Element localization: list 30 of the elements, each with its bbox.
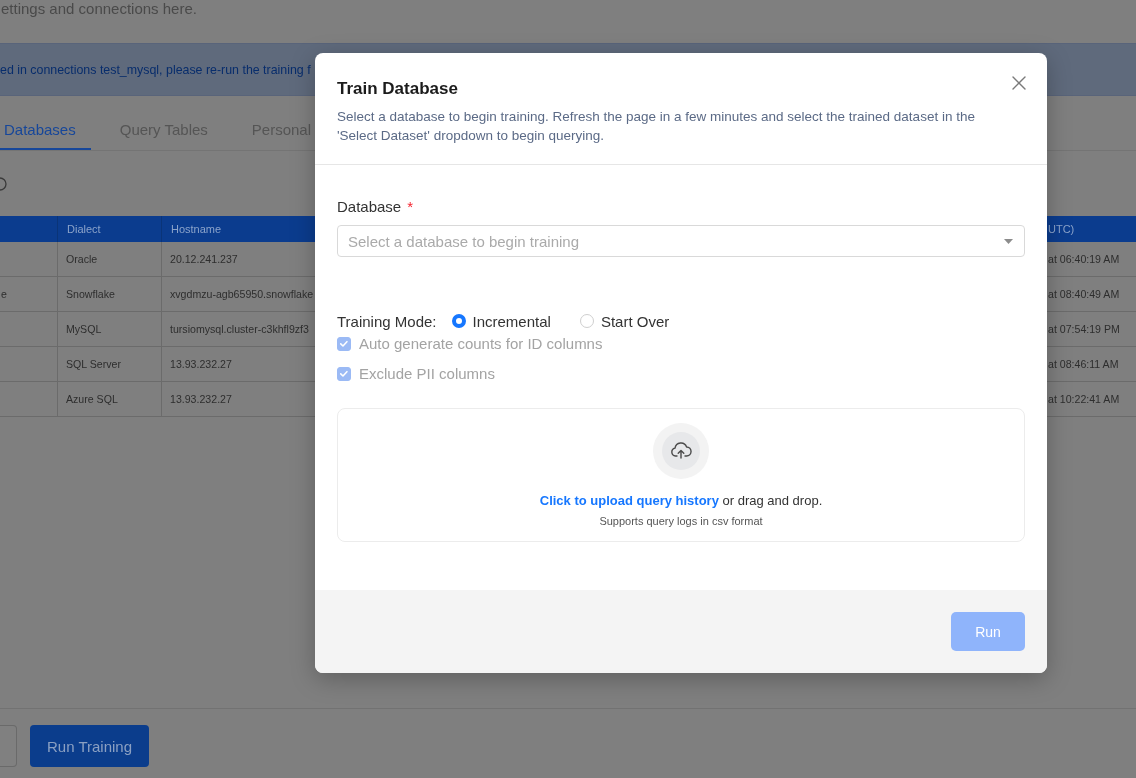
radio-option[interactable]: Start Over [579, 312, 670, 330]
table-cell: SQL Server [58, 347, 162, 382]
upload-prompt: Click to upload query history or drag and drop. [539, 492, 823, 510]
run-training-button[interactable]: Run Training [30, 725, 150, 767]
table-cell: Oracle [58, 242, 162, 277]
database-select[interactable]: Select a database to begin training [337, 225, 1025, 257]
upload-hint: Supports query logs in csv format [599, 514, 763, 528]
radio-option[interactable]: Incremental [451, 312, 551, 330]
upload-link[interactable]: Click to upload query history [539, 493, 719, 508]
cloud-upload-icon [653, 423, 709, 479]
dialog-title: Train Database [337, 78, 459, 100]
banner-text: ed in connections test_mysql, please re-run the training f [0, 62, 311, 77]
field-label: Training Mode: [337, 312, 437, 330]
required-mark: * [407, 197, 414, 217]
table-cell: MySQL [58, 312, 162, 347]
close-icon [1012, 76, 1026, 90]
field-label: Database [337, 197, 402, 217]
table-cell: e [0, 277, 58, 312]
table-cell: Snowflake [58, 277, 162, 312]
column-header: UTC) [1047, 222, 1076, 237]
upload-dropzone[interactable]: Click to upload query history or drag and drop. Supports query logs in csv format [337, 408, 1025, 542]
dialog-description: Select a database to begin training. Refresh the page in a few minutes and select the trained dataset in the 'Select Dataset' dropdown to begin querying. [337, 108, 976, 145]
table-cell: Azure SQL [58, 382, 162, 417]
caret-icon [1004, 238, 1013, 244]
column-header: Hostname [170, 222, 223, 237]
tab[interactable]: Databases [0, 120, 91, 150]
close-button[interactable] [1012, 76, 1026, 90]
column-header: Dialect [58, 216, 162, 242]
ring-icon [0, 176, 7, 191]
table-cell [0, 242, 58, 277]
